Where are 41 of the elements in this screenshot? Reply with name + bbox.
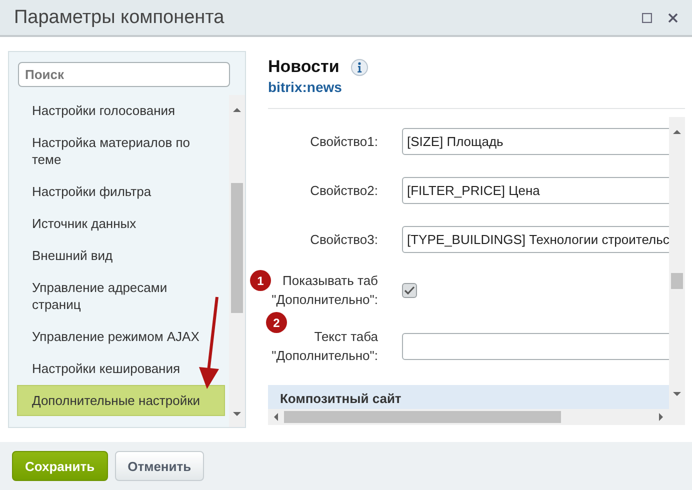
sidebar-item[interactable]: Источник данных (17, 208, 225, 239)
input-field[interactable] (402, 332, 669, 360)
scroll-up-icon[interactable] (673, 128, 681, 136)
scrollbar[interactable] (229, 95, 245, 427)
field-label: Свойство2: (309, 182, 378, 200)
scroll-right-icon[interactable] (657, 413, 665, 421)
field-label: Свойство1: (309, 133, 378, 151)
sidebar-item[interactable]: Управление режимом AJAX (17, 321, 225, 352)
field-label: Свойство3: (309, 231, 378, 249)
field-label: Показывать таб "Дополнительно": (270, 272, 378, 309)
step-badge: 1 (250, 270, 271, 291)
checkbox[interactable] (402, 282, 417, 298)
sidebar-item[interactable]: Внешний вид (17, 240, 225, 271)
component-code: bitrix:news (268, 79, 342, 95)
step-badge: 2 (266, 312, 287, 333)
scroll-down-icon[interactable] (673, 390, 681, 398)
select-field[interactable]: [FILTER_PRICE] Цена (402, 177, 669, 204)
search-field[interactable]: Поиск (18, 62, 230, 87)
sidebar-item[interactable]: Настройки голосования (17, 95, 225, 126)
cancel-button[interactable]: Отменить (114, 451, 204, 481)
sidebar-item[interactable]: Дополнительные настройки (17, 385, 225, 416)
select-field[interactable]: [TYPE_BUILDINGS] Технологии строительс (402, 226, 669, 253)
scroll-up-icon[interactable] (233, 106, 241, 114)
scroll-left-icon[interactable] (272, 413, 280, 421)
section-header: Композитный сайт (268, 385, 669, 409)
close-icon[interactable] (668, 12, 678, 22)
scroll-down-icon[interactable] (233, 410, 241, 418)
scrollbar[interactable] (268, 409, 669, 425)
scrollbar[interactable] (669, 117, 685, 425)
sidebar-item[interactable]: Настройки фильтра (17, 176, 225, 207)
scrollbar-thumb[interactable] (284, 411, 561, 423)
sidebar-item[interactable]: Настройки кеширования (17, 353, 225, 384)
window-title: Параметры компонента (14, 6, 226, 28)
scrollbar-thumb[interactable] (231, 183, 243, 313)
scrollbar-thumb[interactable] (671, 273, 683, 289)
maximize-icon[interactable] (642, 12, 652, 22)
select-field[interactable]: [SIZE] Площадь (402, 128, 669, 155)
component-name: Новости (268, 57, 340, 77)
sidebar-item[interactable]: Настройка материалов по теме (17, 127, 225, 175)
sidebar-item[interactable]: Управление адресами страниц (17, 272, 225, 320)
info-icon[interactable] (351, 58, 368, 76)
